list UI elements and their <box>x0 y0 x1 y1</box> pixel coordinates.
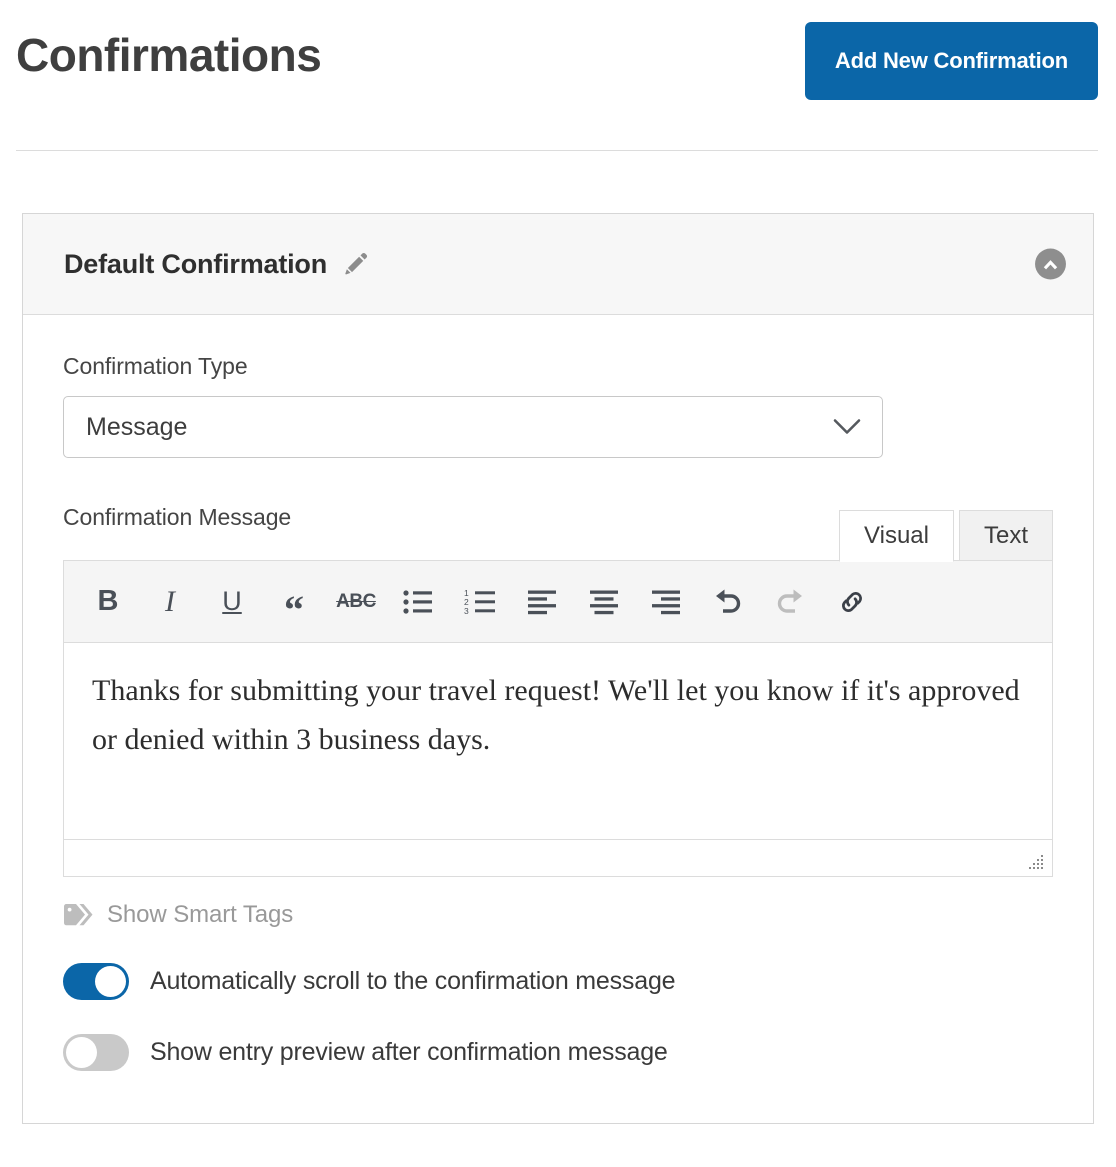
undo-icon[interactable] <box>710 582 746 622</box>
confirmation-type-select[interactable]: Message <box>63 396 883 458</box>
confirmation-panel: Default Confirmation Confirmation Type M… <box>22 213 1094 1124</box>
editor-tabs: Visual Text <box>839 509 1053 562</box>
add-new-confirmation-button[interactable]: Add New Confirmation <box>804 22 1098 100</box>
bold-icon[interactable]: B <box>90 582 126 622</box>
resize-grip-icon[interactable] <box>1029 855 1045 871</box>
toggle-row-entry-preview: Show entry preview after confirmation me… <box>63 1034 1053 1071</box>
tab-visual[interactable]: Visual <box>839 509 954 562</box>
auto-scroll-toggle-label: Automatically scroll to the confirmation… <box>150 967 676 995</box>
header-divider <box>16 150 1098 151</box>
svg-text:3: 3 <box>464 606 469 615</box>
confirmation-panel-title: Default Confirmation <box>64 248 327 279</box>
page-header: Confirmations Add New Confirmation <box>0 0 1116 151</box>
numbered-list-icon[interactable]: 1 2 3 <box>462 582 498 622</box>
entry-preview-toggle-label: Show entry preview after confirmation me… <box>150 1038 668 1066</box>
auto-scroll-toggle[interactable] <box>63 963 129 1000</box>
link-icon[interactable] <box>834 582 870 622</box>
confirmation-panel-header[interactable]: Default Confirmation <box>23 214 1093 315</box>
tag-icon <box>63 902 94 928</box>
redo-icon[interactable] <box>772 582 808 622</box>
page-title: Confirmations <box>16 29 322 81</box>
wysiwyg-editor: B I U “ ABC 1 2 3 Thanks for submitting … <box>63 560 1053 877</box>
italic-icon[interactable]: I <box>152 582 188 622</box>
confirmation-type-label: Confirmation Type <box>63 353 248 379</box>
confirmation-message-zone: Confirmation Message Visual Text B I U “… <box>63 504 1053 877</box>
confirmation-panel-body: Confirmation Type Message Confirmation M… <box>23 315 1093 1123</box>
toggle-knob <box>66 1037 97 1068</box>
tab-text[interactable]: Text <box>958 509 1053 561</box>
pencil-icon[interactable] <box>341 249 371 279</box>
editor-toolbar: B I U “ ABC 1 2 3 <box>64 561 1052 643</box>
confirmation-type-select-wrapper: Message <box>63 396 883 458</box>
collapse-panel-toggle[interactable] <box>1034 248 1067 281</box>
bulleted-list-icon[interactable] <box>400 582 436 622</box>
toggle-row-auto-scroll: Automatically scroll to the confirmation… <box>63 963 1053 1000</box>
align-left-icon[interactable] <box>524 582 560 622</box>
blockquote-icon[interactable]: “ <box>276 582 312 629</box>
show-smart-tags-label: Show Smart Tags <box>107 901 294 928</box>
strikethrough-icon[interactable]: ABC <box>336 582 376 622</box>
align-center-icon[interactable] <box>586 582 622 622</box>
confirmation-message-label-row: Confirmation Message Visual Text <box>63 504 1053 562</box>
editor-statusbar <box>64 839 1052 876</box>
entry-preview-toggle[interactable] <box>63 1034 129 1071</box>
show-smart-tags-button[interactable]: Show Smart Tags <box>63 901 293 929</box>
align-right-icon[interactable] <box>648 582 684 622</box>
confirmation-message-editor-body[interactable]: Thanks for submitting your travel reques… <box>64 643 1052 839</box>
underline-icon[interactable]: U <box>214 582 250 622</box>
toggle-knob <box>95 966 126 997</box>
